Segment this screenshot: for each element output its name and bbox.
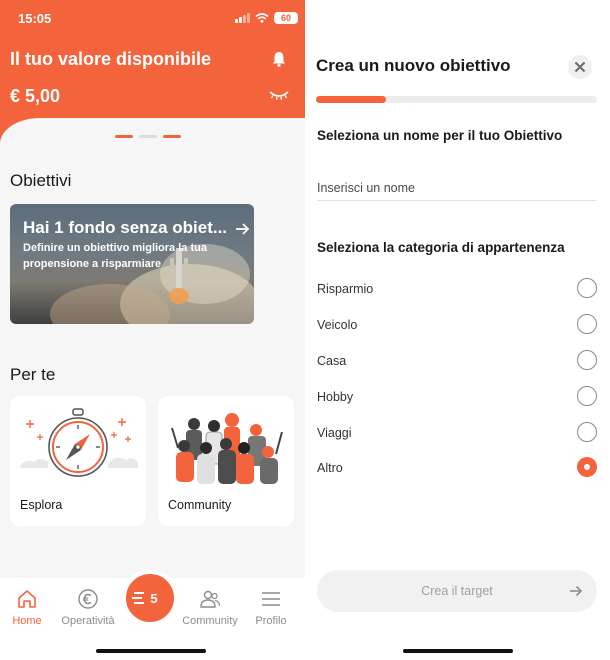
balance-title: Il tuo valore disponibile xyxy=(10,49,212,69)
tab-community-label: Community xyxy=(182,615,238,627)
community-tile[interactable]: Community xyxy=(158,396,294,526)
category-option-risparmio[interactable]: Risparmio xyxy=(317,278,597,302)
people-illustration xyxy=(171,413,283,484)
pager-dot-active[interactable] xyxy=(115,135,133,138)
home-indicator xyxy=(96,649,206,653)
category-option-viaggi[interactable]: Viaggi xyxy=(317,422,597,446)
create-goal-modal: Crea un nuovo obiettivo Seleziona un nom… xyxy=(305,0,610,660)
category-radio[interactable] xyxy=(577,422,597,442)
modal-title: Crea un nuovo obiettivo xyxy=(316,56,511,75)
eye-closed-icon[interactable] xyxy=(268,88,290,102)
category-radio[interactable] xyxy=(577,386,597,406)
tab-operativita-label: Operatività xyxy=(61,615,115,627)
category-label: Altro xyxy=(317,461,343,475)
category-radio[interactable] xyxy=(577,350,597,370)
euro-icon xyxy=(78,589,98,609)
pager-dot[interactable] xyxy=(163,135,181,138)
signal-icon xyxy=(235,13,250,23)
compass-icon xyxy=(20,408,138,477)
explore-tile-label: Esplora xyxy=(20,498,63,512)
goals-section-title: Obiettivi xyxy=(10,171,72,190)
battery-icon: 60 xyxy=(274,12,298,24)
tab-community[interactable]: Community xyxy=(180,588,240,627)
arrow-right-icon xyxy=(236,223,250,235)
category-option-casa[interactable]: Casa xyxy=(317,350,597,374)
carousel-pager[interactable] xyxy=(115,135,181,138)
people-icon xyxy=(200,590,221,608)
tab-home[interactable]: Home xyxy=(0,588,57,627)
category-label: Veicolo xyxy=(317,318,358,332)
step-progress-bar xyxy=(316,96,597,103)
for-you-section-title: Per te xyxy=(10,365,56,384)
category-option-hobby[interactable]: Hobby xyxy=(317,386,597,410)
category-label: Casa xyxy=(317,354,347,368)
goal-name-input[interactable] xyxy=(317,176,596,201)
home-icon xyxy=(18,590,36,608)
create-target-button[interactable]: Crea il target xyxy=(317,570,597,612)
bell-icon[interactable] xyxy=(270,50,288,68)
explore-tile[interactable]: Esplora xyxy=(10,396,146,526)
tab-profilo[interactable]: Profilo xyxy=(241,588,301,627)
goal-card-description: Definire un obiettivo migliora la tua pr… xyxy=(23,242,207,270)
step-progress-fill xyxy=(316,96,387,103)
battery-level: 60 xyxy=(280,13,291,23)
pager-dot[interactable] xyxy=(139,135,157,138)
category-label: Hobby xyxy=(317,390,354,404)
home-screen: 15:05 60 Il tuo valore disponibile € 5,0… xyxy=(0,0,305,660)
community-tile-label: Community xyxy=(168,498,232,512)
tab-profilo-label: Profilo xyxy=(255,615,287,627)
goal-card[interactable]: Hai 1 fondo senza obiet... Definire un o… xyxy=(10,204,254,324)
category-option-altro[interactable]: Altro xyxy=(317,457,597,481)
home-indicator xyxy=(403,649,513,653)
center-fab-button[interactable]: 5 xyxy=(122,570,178,626)
category-option-veicolo[interactable]: Veicolo xyxy=(317,314,597,338)
center-badge-number: 5 xyxy=(150,590,158,606)
status-icons: 60 xyxy=(235,12,298,24)
category-section-label: Seleziona la categoria di appartenenza xyxy=(317,240,565,255)
create-target-label: Crea il target xyxy=(421,584,493,598)
tab-operativita[interactable]: Operatività xyxy=(58,588,118,627)
tab-home-label: Home xyxy=(12,615,42,627)
arrow-right-icon xyxy=(570,585,583,597)
header-curve xyxy=(0,118,305,158)
category-label: Risparmio xyxy=(317,282,374,296)
balance-amount: € 5,00 xyxy=(10,86,61,106)
close-button[interactable] xyxy=(568,55,592,79)
status-time: 15:05 xyxy=(18,11,52,26)
category-radio-selected[interactable] xyxy=(577,457,597,477)
name-section-label: Seleziona un nome per il tuo Obiettivo xyxy=(317,128,563,143)
goal-card-title: Hai 1 fondo senza obiet... xyxy=(23,218,228,237)
wifi-icon xyxy=(255,13,269,23)
category-radio[interactable] xyxy=(577,278,597,298)
menu-icon xyxy=(262,592,280,606)
category-label: Viaggi xyxy=(317,426,352,440)
category-radio[interactable] xyxy=(577,314,597,334)
close-icon xyxy=(574,61,586,73)
